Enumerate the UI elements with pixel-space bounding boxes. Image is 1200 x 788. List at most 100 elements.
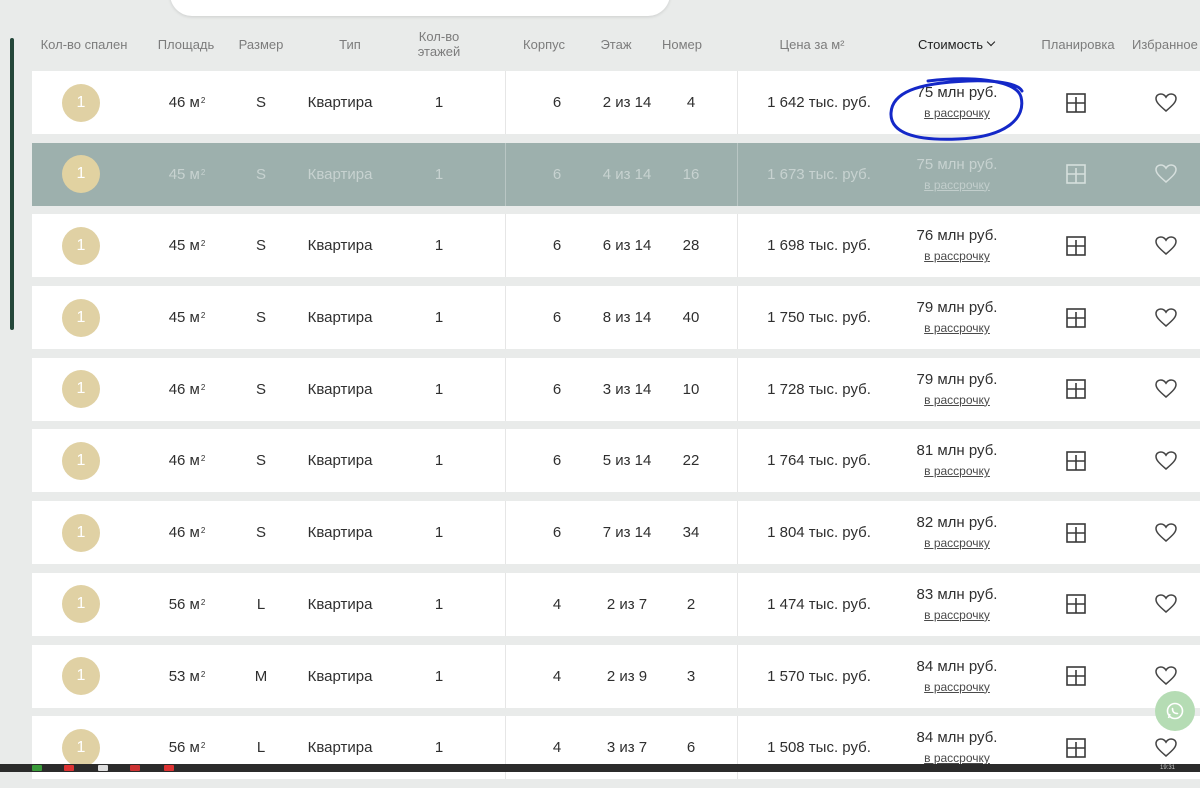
scroll-indicator[interactable]: [10, 38, 14, 330]
number-cell: 3: [686, 667, 696, 685]
area-unit: м: [189, 380, 200, 398]
building-cell: 6: [552, 309, 562, 327]
type-cell: Квартира: [307, 94, 373, 111]
table-row[interactable]: 1 46 м 2 S Квартира 1 6 2 из 14 4 1 642 тыс. руб.…: [32, 71, 1200, 134]
size-cell: S: [255, 237, 266, 255]
floor-plan-icon: [1066, 737, 1086, 758]
type-cell: Квартира: [307, 165, 373, 183]
table-row[interactable]: 1 53 м 2 M Квартира 1 4 2 из 9 3 1 570 тыс. руб. 8…: [32, 644, 1200, 708]
table-row[interactable]: 1 46 м 2 S Квартира 1 6 3 из 14 10 1 728 тыс. руб…: [32, 357, 1200, 421]
bedrooms-cell: 1: [62, 143, 100, 206]
cost-value: 75 млн руб.: [916, 155, 998, 173]
floors-cell: 1: [434, 237, 444, 255]
bedrooms-badge: 1: [62, 513, 100, 552]
installment-link[interactable]: в рассрочку: [924, 462, 990, 480]
layout-button[interactable]: [1058, 645, 1094, 708]
column-divider: [737, 357, 738, 421]
favorite-button[interactable]: [1148, 214, 1184, 277]
bedrooms-badge: 1: [62, 226, 100, 265]
column-divider: [505, 357, 506, 421]
table-row[interactable]: 1 45 м 2 S Квартира 1 6 4 из 14 16 1 673 тыс. руб…: [32, 142, 1200, 206]
price-per-m2-cell: 1 804 тыс. руб.: [767, 524, 871, 542]
favorite-button[interactable]: [1148, 501, 1184, 564]
table-row[interactable]: 1 46 м 2 S Квартира 1 6 5 из 14 22 1 764 тыс. руб…: [32, 429, 1200, 493]
installment-link[interactable]: в рассрочку: [924, 606, 990, 624]
layout-button[interactable]: [1058, 71, 1094, 134]
favorite-button[interactable]: [1148, 286, 1184, 349]
cost-value: 84 млн руб.: [916, 729, 998, 747]
size-cell: S: [255, 309, 266, 327]
size-cell: S: [255, 380, 266, 398]
table-row[interactable]: 1 45 м 2 S Квартира 1 6 8 из 14 40 1 750 тыс. руб…: [32, 286, 1200, 350]
layout-button[interactable]: [1058, 429, 1094, 492]
area-cell: 45 м2: [150, 214, 224, 277]
favorite-button[interactable]: [1148, 143, 1184, 206]
floors-cell: 1: [434, 452, 444, 470]
area-cell: 46 м2: [150, 429, 224, 492]
bedrooms-cell: 1: [62, 214, 100, 277]
taskbar-app-icon[interactable]: [64, 765, 74, 771]
taskbar-app-icon[interactable]: [98, 765, 108, 771]
bedrooms-cell: 1: [62, 429, 100, 492]
cost-value: 76 млн руб.: [916, 227, 998, 245]
installment-link[interactable]: в рассрочку: [924, 534, 990, 552]
floors-cell: 1: [434, 524, 444, 542]
area-cell: 46 м2: [150, 358, 224, 421]
layout-button[interactable]: [1058, 214, 1094, 277]
building-cell: 6: [552, 94, 562, 111]
header-floors-line2: этажей: [417, 44, 461, 59]
installment-link[interactable]: в рассрочку: [924, 176, 990, 194]
cost-cell: 83 млн руб. в рассрочку: [898, 573, 1016, 636]
favorite-button[interactable]: [1148, 573, 1184, 636]
heart-outline-icon: [1155, 379, 1177, 399]
table-row[interactable]: 1 56 м 2 L Квартира 1 4 2 из 721 474 тыс. руб. 8…: [32, 572, 1200, 636]
area-value: 45: [168, 165, 186, 183]
cost-cell: 79 млн руб. в рассрочку: [898, 286, 1016, 349]
area-unit-sup: 2: [200, 454, 206, 464]
column-divider: [505, 71, 506, 134]
area-unit: м: [189, 524, 200, 542]
area-unit-sup: 2: [200, 597, 206, 607]
column-divider: [505, 644, 506, 708]
price-per-m2-cell: 1 728 тыс. руб.: [767, 380, 871, 398]
installment-link[interactable]: в рассрочку: [924, 678, 990, 696]
heart-outline-icon: [1155, 307, 1177, 327]
column-divider: [737, 429, 738, 493]
taskbar-app-icon[interactable]: [164, 765, 174, 771]
header-cost-label: Стоимость: [917, 36, 984, 52]
type-cell: Квартира: [307, 237, 373, 255]
layout-button[interactable]: [1058, 501, 1094, 564]
taskbar-app-icon[interactable]: [32, 765, 42, 771]
number-cell: 34: [682, 524, 700, 542]
bedrooms-badge: 1: [62, 370, 100, 409]
column-divider: [737, 501, 738, 565]
bedrooms-cell: 1: [62, 501, 100, 564]
layout-button[interactable]: [1058, 143, 1094, 206]
table-row[interactable]: 1 45 м 2 S Квартира 1 6 6 из 14 28 1 698 тыс. руб…: [32, 214, 1200, 278]
taskbar-app-icon[interactable]: [130, 765, 140, 771]
layout-button[interactable]: [1058, 573, 1094, 636]
area-unit: м: [189, 94, 200, 111]
favorite-button[interactable]: [1148, 429, 1184, 492]
area-unit-sup: 2: [200, 167, 206, 177]
price-per-m2-cell: 1 750 тыс. руб.: [767, 309, 871, 327]
size-cell: S: [255, 165, 266, 183]
bedrooms-badge: 1: [62, 83, 100, 122]
cost-value: 79 млн руб.: [916, 370, 998, 388]
area-unit-sup: 2: [200, 741, 206, 751]
column-divider: [505, 214, 506, 278]
installment-link[interactable]: в рассрочку: [924, 391, 990, 409]
whatsapp-chat-button[interactable]: [1155, 691, 1195, 731]
favorite-button[interactable]: [1148, 71, 1184, 134]
hand-drawn-circle-annotation: [889, 77, 1024, 141]
number-cell: 2: [686, 595, 696, 613]
table-row[interactable]: 1 46 м 2 S Квартира 1 6 7 из 14 34 1 804 тыс. руб…: [32, 501, 1200, 565]
cost-cell: 75 млн руб. в рассрочку: [898, 143, 1016, 206]
installment-link[interactable]: в рассрочку: [924, 319, 990, 337]
layout-button[interactable]: [1058, 358, 1094, 421]
area-value: 56: [168, 595, 186, 613]
layout-button[interactable]: [1058, 286, 1094, 349]
apartments-table: 1 46 м 2 S Квартира 1 6 2 из 14 4 1 642 тыс. руб.…: [32, 71, 1200, 788]
favorite-button[interactable]: [1148, 358, 1184, 421]
installment-link[interactable]: в рассрочку: [924, 247, 990, 265]
